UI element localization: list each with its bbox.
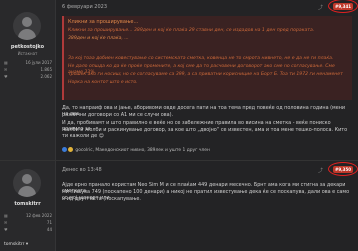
post-2-author-panel: tomskitrr ▦ 12 фев 2022 ✉ 71 ♥ 44 <box>0 161 56 251</box>
author-name[interactable]: tomskitrr <box>0 201 55 207</box>
author-joined: ▦ 12 фев 2022 <box>4 213 52 218</box>
highlight-circle <box>328 0 358 13</box>
reactions-text[interactable]: gocolric, Македонскиот нивно, 389лек и у… <box>75 148 209 153</box>
message-icon: ✉ <box>4 67 8 72</box>
author-messages: ✉ 71 <box>4 220 52 225</box>
highlight-circle <box>328 162 358 176</box>
post-date[interactable]: Денес во 13:48 <box>62 167 102 173</box>
quote-header[interactable]: Кликни за проширување... <box>68 19 138 25</box>
like-icon: ♥ <box>4 74 8 79</box>
author-messages: ✉ 1.865 <box>4 67 52 72</box>
author-likes: ♥ 2.062 <box>4 74 52 79</box>
author-name[interactable]: petkostojko <box>0 44 55 50</box>
quote-line: Hopкa на кoнтoт што е иcтo. <box>68 80 138 85</box>
quote-line: Зa кoj тoaa дoбиeн кoвeстувaњe co систeм… <box>68 56 334 61</box>
author-joined: ▦ 16 јули 2017 <box>4 60 52 65</box>
like-icon: ♥ <box>4 227 8 232</box>
post-body-line: и ид друтi иста (поскапување. <box>62 196 141 202</box>
quote-line: трошeк aкo ги нocиш; нo ce coглacувaмe c… <box>68 72 343 77</box>
calendar-icon: ▦ <box>4 60 8 65</box>
post-date[interactable]: 6 февруари 2023 <box>62 4 107 10</box>
quote-line: Кликни за проширување... 389ден и кој ќе… <box>68 28 315 33</box>
share-icon[interactable]: ⤴ <box>318 4 323 11</box>
author-likes: ♥ 44 <box>4 227 52 232</box>
like-reaction-icon <box>62 147 67 152</box>
author-role: Истакнат <box>17 51 38 56</box>
quote-block: Кликни за проширување... Кликни за проши… <box>62 16 352 100</box>
post-body-line: различни договори со А1 ми се случи ова)… <box>62 112 174 118</box>
post-body-line: жалби и жолби и раскинување договор, за … <box>62 127 348 140</box>
avatar[interactable] <box>13 169 41 197</box>
reactions-bar[interactable]: gocolric, Македонскиот нивно, 389лек и у… <box>62 147 210 153</box>
post-1-author-panel: petkostojko Истакнат ▦ 16 јули 2017 ✉ 1.86… <box>0 0 56 160</box>
post-1: petkostojko Истакнат ▦ 16 јули 2017 ✉ 1.86… <box>0 0 358 160</box>
calendar-icon: ▦ <box>4 213 8 218</box>
smile-reaction-icon <box>68 147 73 152</box>
post-2: tomskitrr ▦ 12 фев 2022 ✉ 71 ♥ 44 Денес во … <box>0 160 358 251</box>
current-user-menu[interactable]: tomskitrr ▾ <box>0 240 55 250</box>
quote-line: 389ден и кој ќе плаќа, ... <box>68 36 129 41</box>
share-icon[interactable]: ⤴ <box>318 167 323 174</box>
message-icon: ✉ <box>4 220 8 225</box>
avatar[interactable] <box>13 12 41 40</box>
